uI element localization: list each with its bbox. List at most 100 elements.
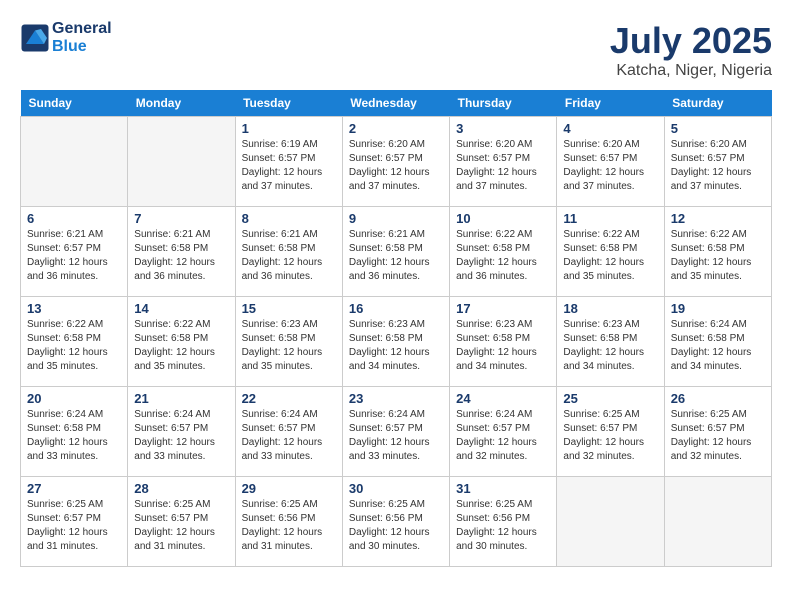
day-number: 18 [563, 301, 657, 316]
day-number: 3 [456, 121, 550, 136]
day-info: Sunrise: 6:22 AM Sunset: 6:58 PM Dayligh… [671, 228, 765, 284]
location: Katcha, Niger, Nigeria [610, 62, 772, 80]
day-number: 24 [456, 391, 550, 406]
day-info: Sunrise: 6:25 AM Sunset: 6:57 PM Dayligh… [563, 408, 657, 464]
calendar-cell: 2 Sunrise: 6:20 AM Sunset: 6:57 PM Dayli… [342, 117, 449, 207]
calendar-cell: 24 Sunrise: 6:24 AM Sunset: 6:57 PM Dayl… [450, 387, 557, 477]
day-number: 10 [456, 211, 550, 226]
calendar-week-row: 6 Sunrise: 6:21 AM Sunset: 6:57 PM Dayli… [21, 207, 772, 297]
day-info: Sunrise: 6:23 AM Sunset: 6:58 PM Dayligh… [563, 318, 657, 374]
calendar-cell [557, 477, 664, 567]
calendar-cell [21, 117, 128, 207]
calendar-cell: 16 Sunrise: 6:23 AM Sunset: 6:58 PM Dayl… [342, 297, 449, 387]
day-number: 16 [349, 301, 443, 316]
day-info: Sunrise: 6:24 AM Sunset: 6:57 PM Dayligh… [349, 408, 443, 464]
day-info: Sunrise: 6:24 AM Sunset: 6:57 PM Dayligh… [242, 408, 336, 464]
calendar-cell: 31 Sunrise: 6:25 AM Sunset: 6:56 PM Dayl… [450, 477, 557, 567]
day-info: Sunrise: 6:19 AM Sunset: 6:57 PM Dayligh… [242, 138, 336, 194]
day-info: Sunrise: 6:24 AM Sunset: 6:57 PM Dayligh… [456, 408, 550, 464]
day-info: Sunrise: 6:20 AM Sunset: 6:57 PM Dayligh… [456, 138, 550, 194]
calendar-cell: 20 Sunrise: 6:24 AM Sunset: 6:58 PM Dayl… [21, 387, 128, 477]
day-info: Sunrise: 6:21 AM Sunset: 6:58 PM Dayligh… [134, 228, 228, 284]
day-number: 6 [27, 211, 121, 226]
day-info: Sunrise: 6:25 AM Sunset: 6:57 PM Dayligh… [27, 498, 121, 554]
day-number: 30 [349, 481, 443, 496]
day-info: Sunrise: 6:22 AM Sunset: 6:58 PM Dayligh… [563, 228, 657, 284]
calendar-cell: 8 Sunrise: 6:21 AM Sunset: 6:58 PM Dayli… [235, 207, 342, 297]
day-number: 9 [349, 211, 443, 226]
weekday-header-friday: Friday [557, 90, 664, 117]
calendar-cell: 19 Sunrise: 6:24 AM Sunset: 6:58 PM Dayl… [664, 297, 771, 387]
weekday-header-saturday: Saturday [664, 90, 771, 117]
calendar-cell: 26 Sunrise: 6:25 AM Sunset: 6:57 PM Dayl… [664, 387, 771, 477]
day-number: 8 [242, 211, 336, 226]
day-number: 12 [671, 211, 765, 226]
calendar-cell: 29 Sunrise: 6:25 AM Sunset: 6:56 PM Dayl… [235, 477, 342, 567]
day-number: 21 [134, 391, 228, 406]
calendar-cell: 7 Sunrise: 6:21 AM Sunset: 6:58 PM Dayli… [128, 207, 235, 297]
calendar-cell: 28 Sunrise: 6:25 AM Sunset: 6:57 PM Dayl… [128, 477, 235, 567]
day-info: Sunrise: 6:20 AM Sunset: 6:57 PM Dayligh… [671, 138, 765, 194]
calendar-cell: 15 Sunrise: 6:23 AM Sunset: 6:58 PM Dayl… [235, 297, 342, 387]
day-info: Sunrise: 6:20 AM Sunset: 6:57 PM Dayligh… [563, 138, 657, 194]
day-number: 22 [242, 391, 336, 406]
day-info: Sunrise: 6:25 AM Sunset: 6:56 PM Dayligh… [242, 498, 336, 554]
logo: General Blue [20, 20, 112, 56]
calendar-cell [128, 117, 235, 207]
day-number: 29 [242, 481, 336, 496]
calendar-week-row: 20 Sunrise: 6:24 AM Sunset: 6:58 PM Dayl… [21, 387, 772, 477]
day-number: 26 [671, 391, 765, 406]
day-info: Sunrise: 6:25 AM Sunset: 6:57 PM Dayligh… [134, 498, 228, 554]
calendar-cell: 17 Sunrise: 6:23 AM Sunset: 6:58 PM Dayl… [450, 297, 557, 387]
calendar-cell [664, 477, 771, 567]
day-number: 28 [134, 481, 228, 496]
logo-text: General Blue [52, 20, 112, 56]
calendar-cell: 22 Sunrise: 6:24 AM Sunset: 6:57 PM Dayl… [235, 387, 342, 477]
day-info: Sunrise: 6:23 AM Sunset: 6:58 PM Dayligh… [456, 318, 550, 374]
weekday-header-monday: Monday [128, 90, 235, 117]
page-header: General Blue July 2025 Katcha, Niger, Ni… [20, 20, 772, 80]
day-info: Sunrise: 6:25 AM Sunset: 6:56 PM Dayligh… [349, 498, 443, 554]
day-number: 27 [27, 481, 121, 496]
day-number: 7 [134, 211, 228, 226]
calendar-cell: 25 Sunrise: 6:25 AM Sunset: 6:57 PM Dayl… [557, 387, 664, 477]
calendar-cell: 4 Sunrise: 6:20 AM Sunset: 6:57 PM Dayli… [557, 117, 664, 207]
day-number: 17 [456, 301, 550, 316]
calendar-cell: 13 Sunrise: 6:22 AM Sunset: 6:58 PM Dayl… [21, 297, 128, 387]
calendar-week-row: 27 Sunrise: 6:25 AM Sunset: 6:57 PM Dayl… [21, 477, 772, 567]
day-number: 15 [242, 301, 336, 316]
calendar-cell: 14 Sunrise: 6:22 AM Sunset: 6:58 PM Dayl… [128, 297, 235, 387]
calendar-cell: 23 Sunrise: 6:24 AM Sunset: 6:57 PM Dayl… [342, 387, 449, 477]
calendar-cell: 9 Sunrise: 6:21 AM Sunset: 6:58 PM Dayli… [342, 207, 449, 297]
day-info: Sunrise: 6:24 AM Sunset: 6:58 PM Dayligh… [671, 318, 765, 374]
day-number: 25 [563, 391, 657, 406]
calendar-cell: 3 Sunrise: 6:20 AM Sunset: 6:57 PM Dayli… [450, 117, 557, 207]
calendar-cell: 18 Sunrise: 6:23 AM Sunset: 6:58 PM Dayl… [557, 297, 664, 387]
day-info: Sunrise: 6:22 AM Sunset: 6:58 PM Dayligh… [134, 318, 228, 374]
calendar-cell: 12 Sunrise: 6:22 AM Sunset: 6:58 PM Dayl… [664, 207, 771, 297]
day-number: 23 [349, 391, 443, 406]
calendar-week-row: 1 Sunrise: 6:19 AM Sunset: 6:57 PM Dayli… [21, 117, 772, 207]
day-info: Sunrise: 6:24 AM Sunset: 6:58 PM Dayligh… [27, 408, 121, 464]
weekday-header-thursday: Thursday [450, 90, 557, 117]
logo-icon [20, 23, 50, 53]
calendar-cell: 27 Sunrise: 6:25 AM Sunset: 6:57 PM Dayl… [21, 477, 128, 567]
calendar-cell: 30 Sunrise: 6:25 AM Sunset: 6:56 PM Dayl… [342, 477, 449, 567]
day-info: Sunrise: 6:25 AM Sunset: 6:57 PM Dayligh… [671, 408, 765, 464]
calendar-cell: 21 Sunrise: 6:24 AM Sunset: 6:57 PM Dayl… [128, 387, 235, 477]
day-info: Sunrise: 6:24 AM Sunset: 6:57 PM Dayligh… [134, 408, 228, 464]
day-number: 11 [563, 211, 657, 226]
day-number: 4 [563, 121, 657, 136]
weekday-header-tuesday: Tuesday [235, 90, 342, 117]
day-info: Sunrise: 6:22 AM Sunset: 6:58 PM Dayligh… [456, 228, 550, 284]
day-info: Sunrise: 6:21 AM Sunset: 6:58 PM Dayligh… [242, 228, 336, 284]
calendar-cell: 6 Sunrise: 6:21 AM Sunset: 6:57 PM Dayli… [21, 207, 128, 297]
weekday-header-wednesday: Wednesday [342, 90, 449, 117]
weekday-header-row: SundayMondayTuesdayWednesdayThursdayFrid… [21, 90, 772, 117]
day-info: Sunrise: 6:23 AM Sunset: 6:58 PM Dayligh… [349, 318, 443, 374]
day-number: 5 [671, 121, 765, 136]
calendar-week-row: 13 Sunrise: 6:22 AM Sunset: 6:58 PM Dayl… [21, 297, 772, 387]
calendar-cell: 10 Sunrise: 6:22 AM Sunset: 6:58 PM Dayl… [450, 207, 557, 297]
title-section: July 2025 Katcha, Niger, Nigeria [610, 20, 772, 80]
day-info: Sunrise: 6:21 AM Sunset: 6:57 PM Dayligh… [27, 228, 121, 284]
